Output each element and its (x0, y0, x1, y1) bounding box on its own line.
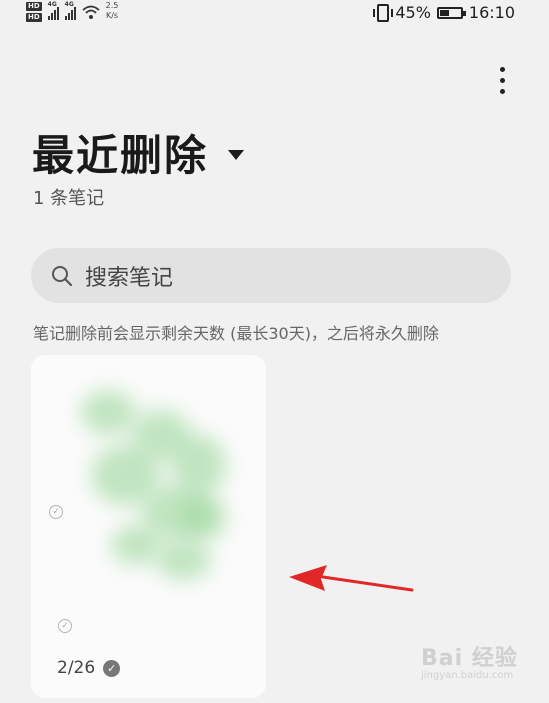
network-type: 4G (47, 1, 57, 8)
baidu-watermark: Bai 经验 jingyan.baidu.com (421, 640, 518, 681)
note-count: 1 条笔记 (33, 188, 105, 209)
signal-icon: 4G (64, 1, 76, 20)
note-card[interactable]: ✓ ✓ 2/26 ✓ (31, 355, 266, 698)
speed-unit: K/s (105, 11, 119, 20)
more-options-button[interactable] (491, 60, 513, 100)
watermark-main: Bai 经验 (421, 646, 518, 671)
signal-icon: 4G (47, 1, 59, 20)
vibrate-icon (373, 3, 394, 22)
checkbox-icon[interactable]: ✓ (58, 619, 72, 633)
folder-selector[interactable]: 最近删除 (32, 122, 245, 183)
speed-value: 2.5 (105, 1, 119, 10)
battery-percent: 45% (395, 3, 431, 22)
battery-fill (439, 9, 449, 16)
dot (499, 88, 505, 94)
search-placeholder: 搜索笔记 (85, 265, 174, 291)
deletion-info-text: 笔记删除前会显示剩余天数 (最长30天)，之后将永久删除 (33, 324, 439, 343)
check-icon: ✓ (103, 659, 121, 677)
battery-icon (436, 6, 466, 19)
search-icon (52, 265, 73, 286)
status-left: HD HD 4G 4G 2.5 K/s (26, 0, 118, 28)
network-type: 4G (64, 1, 74, 8)
annotation-arrow-icon (289, 565, 414, 592)
dot (499, 66, 505, 72)
search-input[interactable]: 搜索笔记 (31, 248, 511, 303)
page-title: 最近删除 (32, 131, 209, 180)
status-right: 45% 16:10 (373, 3, 515, 22)
hd-icon: HD (26, 2, 42, 11)
status-bar: HD HD 4G 4G 2.5 K/s 45% 16:10 (0, 0, 549, 28)
wifi-icon (82, 5, 100, 19)
hd-icon: HD (26, 13, 42, 22)
network-speed: 2.5 K/s (106, 1, 119, 21)
watermark-sub: jingyan.baidu.com (421, 670, 514, 681)
note-thumbnail (71, 375, 241, 595)
clock: 16:10 (468, 3, 515, 22)
note-footer: 2/26 ✓ (57, 658, 121, 678)
dropdown-caret-icon (228, 149, 245, 160)
checkbox-icon[interactable]: ✓ (49, 505, 63, 519)
note-date: 2/26 (57, 658, 96, 678)
hd-indicators: HD HD (26, 2, 42, 22)
dot (499, 77, 505, 83)
